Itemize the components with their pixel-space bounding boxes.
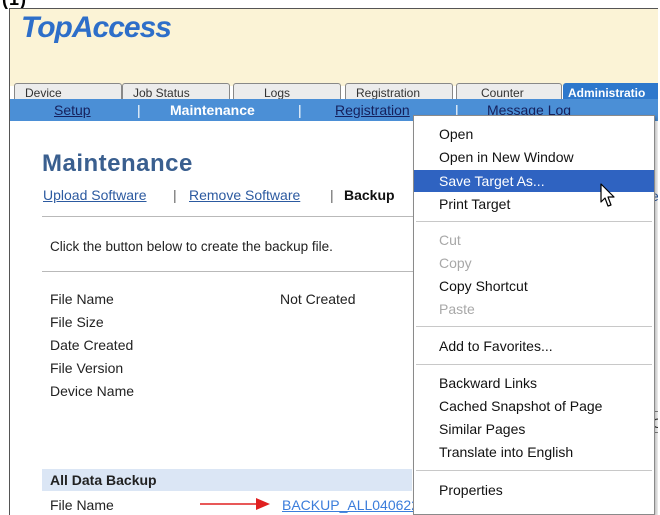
subtab-separator: |: [173, 187, 177, 203]
menu-copy-shortcut[interactable]: Copy Shortcut: [439, 278, 528, 294]
tab-administration[interactable]: Administratio: [563, 83, 658, 99]
menu-paste[interactable]: Paste: [439, 301, 475, 317]
tab-registration[interactable]: Registration: [345, 83, 453, 100]
upload-software-link[interactable]: Upload Software: [43, 187, 147, 203]
topaccess-logo: TopAccess: [21, 11, 172, 44]
menu-print-target[interactable]: Print Target: [439, 196, 510, 212]
menu-cached-snapshot[interactable]: Cached Snapshot of Page: [439, 398, 602, 414]
subnav-separator: |: [137, 102, 141, 118]
tab-job-status[interactable]: Job Status: [122, 83, 230, 100]
context-menu: Open Open in New Window Save Target As..…: [413, 115, 655, 515]
menu-separator: [416, 221, 652, 222]
menu-translate[interactable]: Translate into English: [439, 444, 573, 460]
tab-counter[interactable]: Counter: [456, 83, 562, 100]
subnav-registration[interactable]: Registration: [335, 99, 410, 121]
menu-backward-links[interactable]: Backward Links: [439, 375, 537, 391]
menu-similar-pages[interactable]: Similar Pages: [439, 421, 525, 437]
backup-file-name-label: File Name: [50, 497, 114, 513]
menu-add-to-favorites[interactable]: Add to Favorites...: [439, 338, 553, 354]
mouse-cursor-icon: [600, 183, 615, 207]
menu-separator: [416, 364, 652, 365]
menu-separator: [416, 470, 652, 471]
page-title: Maintenance: [42, 150, 193, 177]
file-version-label: File Version: [50, 360, 124, 376]
main-tabs: Device Job Status Logs Registration Coun…: [10, 83, 658, 100]
menu-separator: [416, 326, 652, 327]
all-data-backup-title: All Data Backup: [50, 472, 157, 488]
date-created-label: Date Created: [50, 337, 134, 353]
device-name-label: Device Name: [50, 383, 135, 399]
menu-copy[interactable]: Copy: [439, 255, 472, 271]
red-arrow-icon: [200, 498, 270, 510]
browser-window: TopAccess Device Job Status Logs Registr…: [9, 8, 658, 515]
file-size-label: File Size: [50, 314, 104, 330]
tab-logs[interactable]: Logs: [233, 83, 341, 100]
menu-cut[interactable]: Cut: [439, 232, 461, 248]
subnav-setup[interactable]: Setup: [54, 99, 91, 121]
subnav-separator: |: [298, 102, 302, 118]
menu-open-new-window[interactable]: Open in New Window: [439, 149, 574, 165]
instruction-text: Click the button below to create the bac…: [50, 239, 333, 254]
menu-properties[interactable]: Properties: [439, 482, 503, 498]
menu-open[interactable]: Open: [439, 126, 473, 142]
file-name-label: File Name: [50, 291, 114, 307]
subtab-separator: |: [330, 187, 334, 203]
header-banner: TopAccess: [10, 9, 658, 86]
subnav-maintenance[interactable]: Maintenance: [170, 99, 255, 121]
remove-software-link[interactable]: Remove Software: [189, 187, 300, 203]
backup-subtab-current[interactable]: Backup: [344, 187, 395, 203]
file-status-value: Not Created: [280, 291, 356, 307]
tab-device[interactable]: Device: [14, 83, 122, 100]
